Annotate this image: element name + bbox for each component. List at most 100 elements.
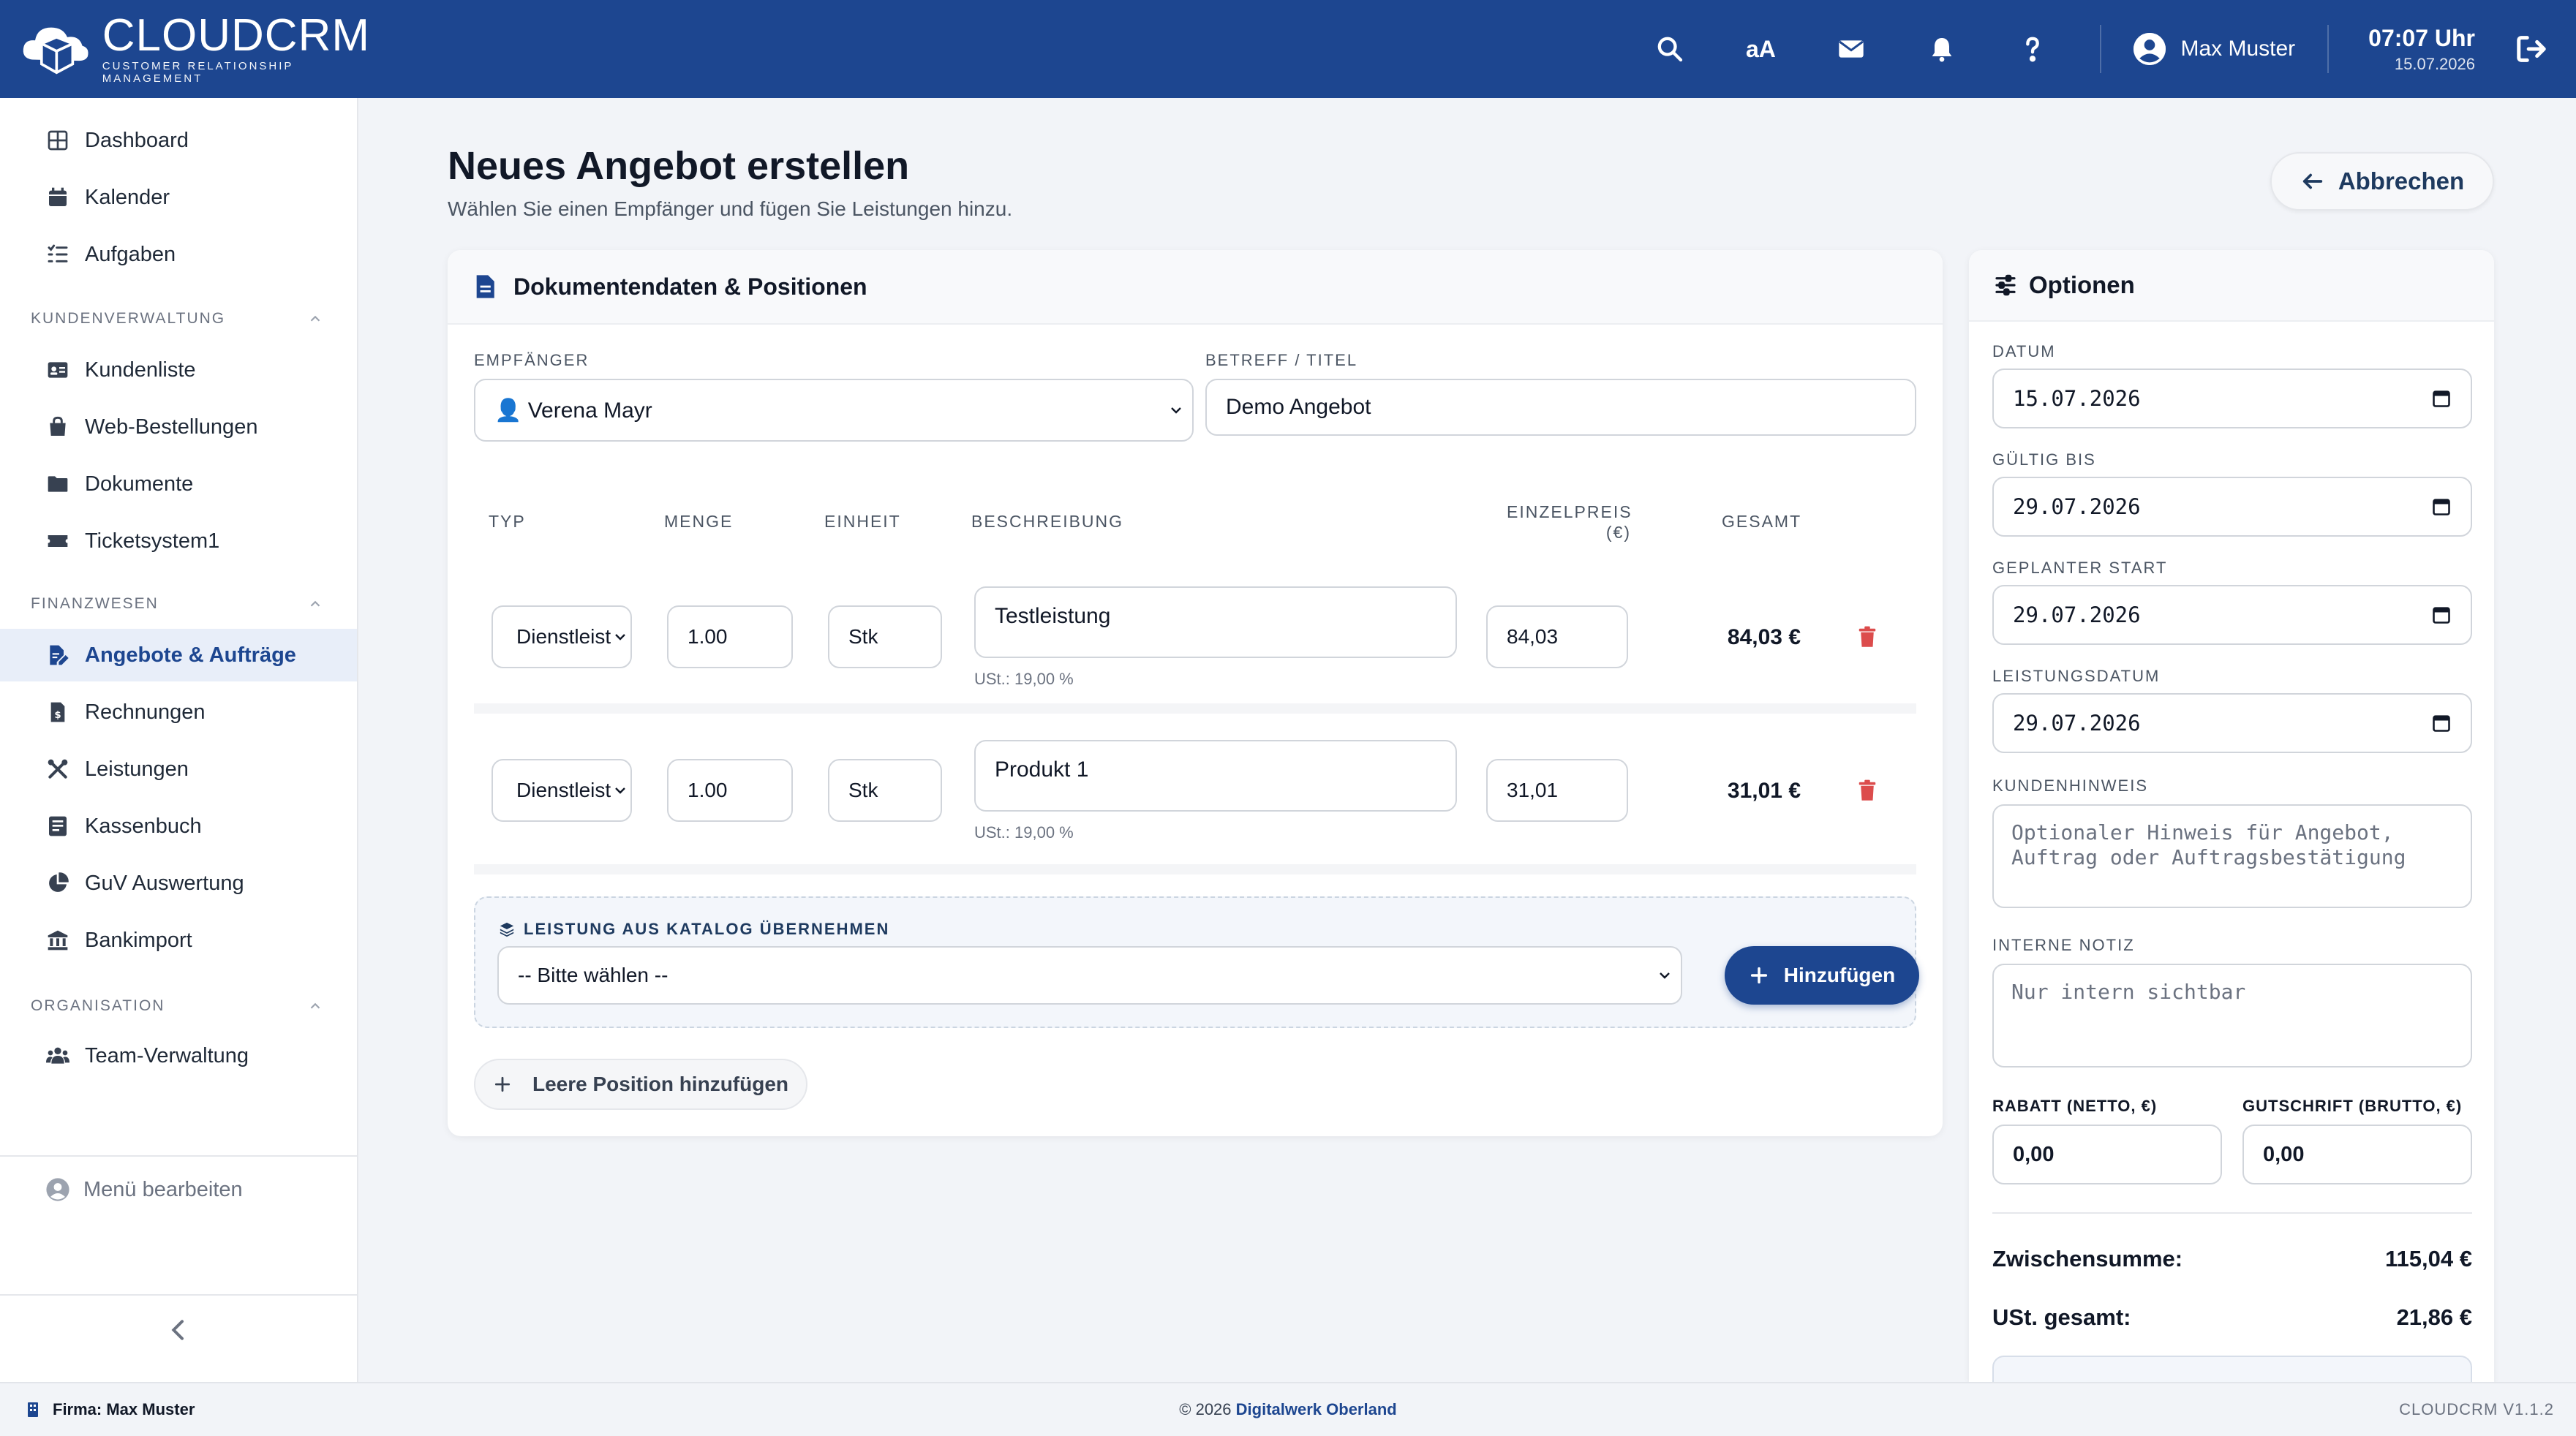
edit-document-icon (45, 643, 70, 668)
credit-input[interactable]: 0,00 (2242, 1125, 2472, 1184)
service-date-input[interactable]: 29.07.2026 (1992, 693, 2472, 753)
catalog-select[interactable]: -- Bitte wählen -- (497, 946, 1682, 1005)
recipient-value: 👤 Verena Mayr (494, 398, 652, 423)
recipient-select[interactable]: 👤 Verena Mayr (474, 379, 1194, 442)
sidebar-item-calendar[interactable]: Kalender (0, 171, 357, 224)
quantity-value: 1.00 (688, 625, 728, 648)
unit-input[interactable]: Stk (828, 759, 942, 822)
cancel-button[interactable]: Abbrechen (2270, 152, 2494, 211)
sidebar-item-cashbook[interactable]: Kassenbuch (0, 800, 357, 853)
document-card: Dokumentendaten & Positionen EMPFÄNGER 👤… (448, 250, 1943, 1136)
user-circle-icon (46, 1178, 69, 1201)
unit-price-input[interactable]: 31,01 (1486, 759, 1628, 822)
unit-price-input[interactable]: 84,03 (1486, 605, 1628, 668)
id-card-icon (45, 358, 70, 382)
discount-label: RABATT (NETTO, €) (1992, 1097, 2158, 1115)
planned-start-input[interactable]: 29.07.2026 (1992, 585, 2472, 645)
date-input[interactable]: 15.07.2026 (1992, 369, 2472, 428)
logout-button[interactable] (2506, 23, 2557, 75)
valid-until-input[interactable]: 29.07.2026 (1992, 477, 2472, 537)
trash-icon[interactable] (1858, 626, 1877, 648)
sidebar-item-documents[interactable]: Dokumente (0, 458, 357, 510)
internal-note-textarea[interactable]: Nur intern sichtbar (1992, 964, 2472, 1067)
notifications-button[interactable] (1921, 29, 1962, 69)
app-logo[interactable]: CLOUDCRM CUSTOMER RELATIONSHIP MANAGEMEN… (19, 11, 370, 87)
sidebar-item-label: Kundenliste (85, 358, 196, 382)
options-divider (1992, 1212, 2472, 1214)
sidebar-item-bank-import[interactable]: Bankimport (0, 914, 357, 967)
quantity-value: 1.00 (688, 779, 728, 801)
sidebar-item-tasks[interactable]: Aufgaben (0, 228, 357, 281)
sidebar-item-invoices[interactable]: $ Rechnungen (0, 686, 357, 738)
sidebar-item-services[interactable]: Leistungen (0, 743, 357, 796)
cancel-label: Abbrechen (2338, 167, 2465, 194)
calendar-icon (45, 185, 70, 210)
search-button[interactable] (1649, 29, 1690, 69)
planned-start-value: 29.07.2026 (2013, 602, 2141, 627)
section-organisation[interactable]: ORGANISATION (31, 997, 323, 1015)
font-size-toggle[interactable]: aA (1740, 29, 1781, 69)
row-total: 31,01 € (1727, 779, 1801, 803)
sidebar-item-label: Bankimport (85, 928, 192, 952)
help-button[interactable] (2012, 29, 2053, 69)
subtotal-row: Zwischensumme: 115,04 € (1992, 1246, 2472, 1272)
discount-value: 0,00 (2013, 1142, 2055, 1166)
sidebar-item-web-orders[interactable]: Web-Bestellungen (0, 401, 357, 453)
author-link[interactable]: Digitalwerk Oberland (1236, 1400, 1397, 1418)
service-date-value: 29.07.2026 (2013, 711, 2141, 736)
sidebar-item-label: Kassenbuch (85, 814, 202, 838)
sidebar-item-tickets[interactable]: Ticketsystem1 (0, 515, 357, 567)
planned-start-label: GEPLANTER START (1992, 559, 2168, 577)
sidebar-item-customers[interactable]: Kundenliste (0, 344, 357, 396)
type-select[interactable]: Dienstleist (492, 759, 632, 822)
description-textarea[interactable]: Testleistung (974, 586, 1457, 658)
question-icon (2026, 37, 2040, 62)
section-customers[interactable]: KUNDENVERWALTUNG (31, 310, 323, 328)
column-header-unit-price-line1: EINZELPREIS (1507, 502, 1632, 521)
messages-button[interactable] (1831, 29, 1872, 69)
quantity-input[interactable]: 1.00 (667, 759, 793, 822)
section-finance[interactable]: FINANZWESEN (31, 595, 323, 613)
column-header-description: BESCHREIBUNG (971, 512, 1124, 531)
collapse-sidebar-icon[interactable] (164, 1315, 193, 1345)
page-title: Neues Angebot erstellen (448, 144, 910, 188)
sidebar-item-label: Kalender (85, 185, 170, 209)
sidebar-item-team[interactable]: Team-Verwaltung (0, 1029, 357, 1082)
add-label: Hinzufügen (1783, 964, 1896, 986)
chevron-down-icon (1660, 972, 1670, 979)
users-icon (45, 1043, 70, 1068)
column-header-unit-price: EINZELPREIS (€) (1507, 502, 1631, 543)
discount-input[interactable]: 0,00 (1992, 1125, 2222, 1184)
description-textarea[interactable]: Produkt 1 (974, 740, 1457, 812)
catalog-label-text: LEISTUNG AUS KATALOG ÜBERNEHMEN (524, 920, 890, 938)
sidebar-item-label: Web-Bestellungen (85, 415, 258, 439)
sidebar-item-pnl[interactable]: GuV Auswertung (0, 857, 357, 910)
user-menu[interactable]: Max Muster (2134, 33, 2295, 65)
menu-edit-button[interactable]: Menü bearbeiten (45, 1177, 243, 1202)
footer: © 2026 Digitalwerk Oberland Firma: Max M… (0, 1382, 2576, 1436)
credit-label: GUTSCHRIFT (BRUTTO, €) (2242, 1097, 2463, 1115)
arrow-left-icon (2302, 173, 2322, 189)
unit-input[interactable]: Stk (828, 605, 942, 668)
clock-date: 15.07.2026 (2394, 54, 2475, 73)
list-icon (45, 242, 70, 267)
chevron-down-icon (615, 787, 625, 794)
add-from-catalog-button[interactable]: Hinzufügen (1725, 946, 1919, 1005)
chevron-down-icon (1171, 407, 1181, 414)
options-card-title: Optionen (2029, 271, 2135, 298)
customer-note-textarea[interactable]: Optionaler Hinweis für Angebot, Auftrag … (1992, 804, 2472, 908)
type-select[interactable]: Dienstleist (492, 605, 632, 668)
trash-icon[interactable] (1858, 779, 1877, 801)
chevron-up-icon (310, 600, 320, 607)
sidebar-item-dashboard[interactable]: Dashboard (0, 114, 357, 167)
sidebar-item-offers[interactable]: Angebote & Aufträge (0, 629, 357, 681)
add-empty-position-button[interactable]: Leere Position hinzufügen (474, 1059, 807, 1110)
header-separator (2100, 25, 2102, 73)
calendar-icon (2433, 715, 2450, 732)
options-card-header: Optionen (1969, 250, 2494, 322)
unit-price-value: 84,03 (1507, 625, 1559, 648)
quantity-input[interactable]: 1.00 (667, 605, 793, 668)
date-label: DATUM (1992, 342, 2056, 360)
subject-input[interactable]: Demo Angebot (1205, 379, 1916, 436)
column-header-quantity: MENGE (664, 512, 734, 531)
